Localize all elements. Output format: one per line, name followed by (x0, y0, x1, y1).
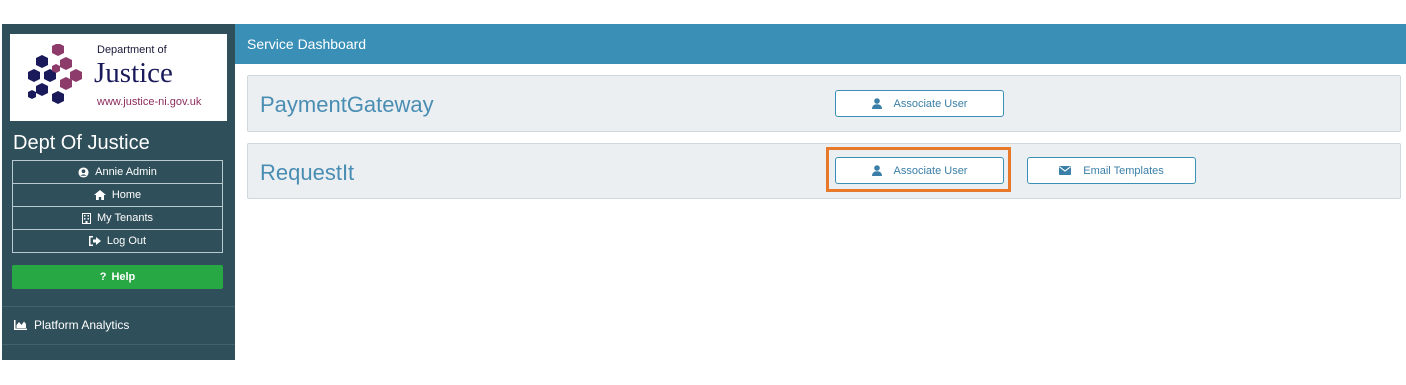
question-mark-icon: ? (99, 271, 107, 283)
user-icon (871, 98, 882, 109)
help-button[interactable]: ? Help (12, 265, 223, 289)
sidebar: Department of Justice www.justice-ni.gov… (2, 24, 235, 360)
help-button-label: Help (111, 271, 136, 283)
menu-item-profile[interactable]: Annie Admin (13, 161, 222, 184)
logout-icon (88, 236, 101, 246)
menu-item-label: Log Out (106, 235, 147, 247)
service-row-requestit: RequestIt Associate User Email Templates (247, 143, 1401, 199)
organisation-name: Dept Of Justice (13, 132, 150, 154)
logo-justice-text: Justice (94, 57, 173, 89)
menu-item-home[interactable]: Home (13, 184, 222, 207)
menu-item-label: Annie Admin (95, 166, 157, 178)
service-name: PaymentGateway (260, 92, 434, 117)
service-name: RequestIt (260, 160, 355, 185)
page-title: Service Dashboard (247, 36, 367, 52)
associate-user-label: Associate User (893, 97, 968, 110)
area-chart-icon (14, 320, 27, 330)
envelope-icon (1059, 166, 1072, 175)
sidebar-divider (2, 344, 235, 345)
user-circle-icon (78, 166, 89, 178)
logo-url-text: www.justice-ni.gov.uk (97, 96, 202, 108)
page-header-bar: Service Dashboard (235, 24, 1406, 64)
email-templates-button[interactable]: Email Templates (1027, 157, 1196, 184)
user-menu: Annie Admin Home My Tenants Log Out (12, 160, 223, 253)
email-templates-label: Email Templates (1083, 164, 1164, 177)
home-icon (93, 190, 106, 200)
analytics-label: Platform Analytics (34, 318, 130, 332)
service-row-payment-gateway: PaymentGateway Associate User (247, 75, 1401, 132)
menu-item-my-tenants[interactable]: My Tenants (13, 207, 222, 230)
menu-item-label: My Tenants (96, 212, 154, 224)
sidebar-item-platform-analytics[interactable]: Platform Analytics (14, 318, 129, 332)
associate-user-button[interactable]: Associate User (835, 90, 1004, 117)
sidebar-divider (2, 306, 235, 307)
hexagon-logo-icon (28, 44, 82, 104)
logo-department-text: Department of (97, 44, 167, 56)
highlight-box (826, 147, 1011, 192)
department-logo[interactable]: Department of Justice www.justice-ni.gov… (10, 34, 227, 121)
menu-item-log-out[interactable]: Log Out (13, 230, 222, 252)
building-icon (81, 212, 91, 224)
menu-item-label: Home (111, 189, 142, 201)
